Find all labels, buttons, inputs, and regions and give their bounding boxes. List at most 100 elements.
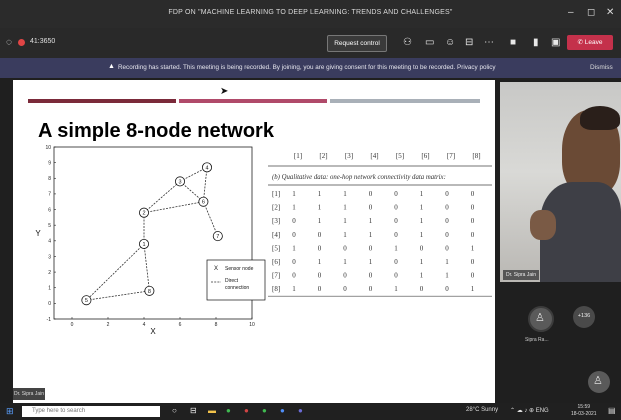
matrix-column-header: [4] [370, 152, 378, 160]
matrix-cell: 0 [394, 231, 398, 239]
legend-connection-label: connection [225, 285, 249, 291]
matrix-cell: 0 [343, 272, 347, 280]
taskbar-search-input[interactable]: Type here to search [22, 406, 160, 417]
title-bar: FDP ON "MACHINE LEARNING TO DEEP LEARNIN… [0, 0, 621, 28]
y-tick-label: -1 [47, 317, 52, 323]
matrix-row-label: [1] [272, 190, 280, 198]
matrix-cell: 1 [292, 244, 296, 252]
x-tick-label: 4 [143, 322, 146, 328]
matrix-cell: 0 [471, 258, 475, 266]
request-control-button[interactable]: Request control [327, 35, 387, 52]
y-tick-label: 10 [45, 145, 51, 151]
node-label: 8 [148, 289, 151, 295]
person-icon: ♙ [535, 312, 545, 324]
meeting-toolbar: ◌ 41:3650 Request control ⚇ ▭ ☺ ⊟ ⋯ ■ ▮ … [0, 28, 621, 58]
matrix-cell: 0 [445, 231, 449, 239]
participant-avatar[interactable]: ♙ [528, 306, 554, 332]
matrix-cell: 1 [343, 258, 347, 266]
matrix-cell: 1 [292, 190, 296, 198]
matrix-cell: 0 [394, 190, 398, 198]
matrix-cell: 0 [471, 231, 475, 239]
matrix-cell: 0 [471, 190, 475, 198]
y-tick-label: 0 [48, 301, 51, 307]
matrix-cell: 1 [420, 231, 424, 239]
network-graph: 0 2 4 6 8 10109876543210-1XY12345678X Sensor n… [35, 145, 266, 336]
node-label: 4 [205, 165, 208, 171]
matrix-cell: 1 [445, 258, 449, 266]
rooms-icon[interactable]: ⊟ [465, 37, 473, 48]
matrix-cell: 0 [394, 258, 398, 266]
presenter-video[interactable]: Dr. Sipra Jain [500, 82, 621, 282]
matrix-cell: 1 [292, 285, 296, 293]
chat-icon[interactable]: ▭ [425, 37, 434, 48]
matrix-cell: 1 [420, 217, 424, 225]
matrix-cell: 0 [471, 217, 475, 225]
more-participants-badge[interactable]: +136 [573, 306, 595, 328]
matrix-cell: 1 [394, 285, 398, 293]
slide-title: A simple 8-node network [38, 120, 274, 142]
more-actions-icon[interactable]: ⋯ [484, 37, 494, 48]
matrix-cell: 0 [292, 272, 296, 280]
people-icon[interactable]: ⚇ [403, 37, 412, 48]
matrix-column-header: [6] [421, 152, 429, 160]
chrome-icon[interactable]: ● [226, 406, 231, 415]
microphone-icon[interactable]: ▮ [533, 37, 539, 48]
matrix-cell: 1 [318, 190, 322, 198]
matrix-column-header: [8] [472, 152, 480, 160]
app-icon[interactable]: ● [244, 406, 249, 415]
matrix-cell: 1 [471, 285, 475, 293]
meeting-timer: 41:3650 [30, 38, 56, 45]
matrix-row-label: [4] [272, 231, 280, 239]
y-tick-label: 1 [48, 286, 51, 292]
camera-icon[interactable]: ■ [510, 37, 516, 48]
x-tick-label: 8 [215, 322, 218, 328]
teams-icon[interactable]: ● [298, 406, 303, 415]
task-view-icon[interactable]: ○ [172, 406, 177, 415]
file-explorer-icon[interactable]: ▬ [208, 406, 216, 415]
node-label: 7 [216, 234, 219, 240]
matrix-cell: 1 [318, 258, 322, 266]
x-tick-label: 2 [107, 322, 110, 328]
share-icon[interactable]: ▣ [551, 37, 560, 48]
matrix-cell: 1 [420, 272, 424, 280]
close-icon[interactable]: ✕ [606, 8, 614, 18]
app-icon[interactable]: ● [262, 406, 267, 415]
matrix-cell: 1 [471, 244, 475, 252]
matrix-cell: 1 [420, 204, 424, 212]
mouse-cursor-icon: ➤ [220, 86, 229, 97]
maximize-icon[interactable]: ◻ [587, 8, 595, 18]
matrix-row-label: [6] [272, 258, 280, 266]
matrix-cell: 0 [292, 258, 296, 266]
more-count: +136 [577, 313, 591, 319]
y-tick-label: 2 [48, 270, 51, 276]
matrix-cell: 1 [394, 244, 398, 252]
node-label: 6 [202, 200, 205, 206]
system-tray-icons[interactable]: ⌃ ☁ ♪ ⊕ ENG [510, 407, 549, 414]
weather-indicator[interactable]: 28°C Sunny [466, 407, 498, 413]
minimize-icon[interactable]: – [568, 8, 574, 18]
banner-message: Recording has started. This meeting is b… [118, 64, 496, 71]
leave-button[interactable]: ✆ Leave [567, 35, 613, 50]
matrix-cell: 0 [369, 190, 373, 198]
slide-header-bar [330, 99, 480, 103]
clock[interactable]: 15:59 18-03-2021 [571, 404, 597, 418]
shared-slide: ➤ A simple 8-node network 0 2 4 6 8 10 10 9 8 7 6 5… [13, 80, 495, 403]
y-tick-label: 6 [48, 207, 51, 213]
connectivity-matrix: [1] [2] [3] [4] [5] [6] [7] [8] (b) Qualitative … [268, 152, 492, 297]
presenter-name-tag: Dr. Sipra Jain [13, 388, 45, 400]
notifications-icon[interactable]: ▤ [608, 406, 616, 415]
dismiss-button[interactable]: Dismiss [590, 64, 613, 71]
reactions-icon[interactable]: ☺ [445, 37, 455, 48]
matrix-row-label: [5] [272, 244, 280, 252]
node-label: 3 [178, 179, 181, 185]
slide-header-bar [179, 99, 327, 103]
matrix-cell: 0 [369, 244, 373, 252]
matrix-row-label: [2] [272, 204, 280, 212]
windows-start-icon[interactable]: ⊞ [6, 406, 14, 416]
edge-icon[interactable]: ● [280, 406, 285, 415]
matrix-cell: 0 [292, 231, 296, 239]
self-avatar[interactable]: ♙ [588, 371, 610, 393]
widgets-icon[interactable]: ⊟ [190, 406, 197, 415]
matrix-cell: 1 [292, 204, 296, 212]
y-tick-label: 3 [48, 254, 51, 260]
